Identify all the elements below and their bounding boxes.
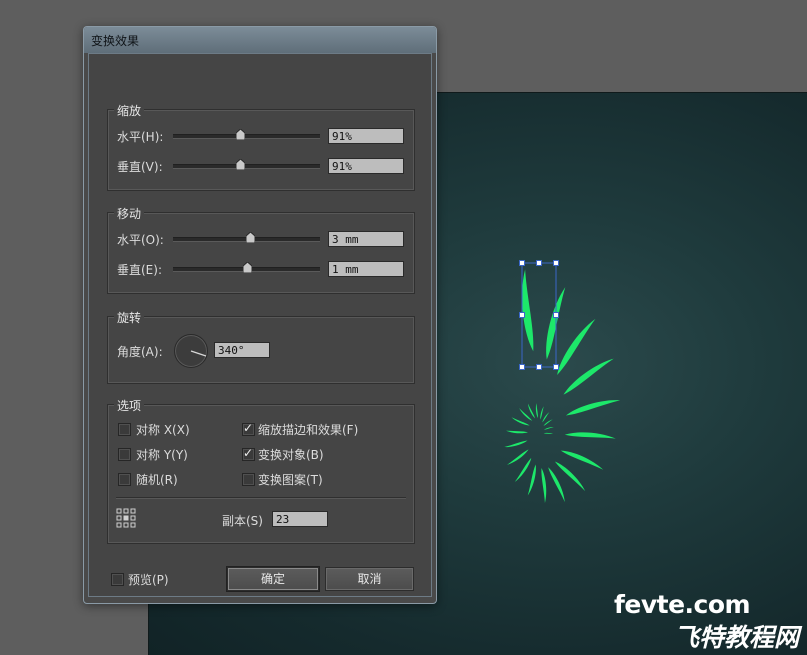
scale-horizontal-slider[interactable]: [173, 129, 320, 140]
scale-strokes-checkbox[interactable]: ✓: [242, 421, 255, 436]
dialog-titlebar[interactable]: 变换效果: [84, 27, 436, 53]
dialog-title: 变换效果: [91, 34, 140, 48]
reference-point-icon[interactable]: [116, 508, 136, 528]
transform-objects-label[interactable]: 变换对象(B): [258, 446, 324, 463]
spiral-leaf: [543, 419, 553, 426]
scale-horizontal-label: 水平(H):: [117, 130, 164, 144]
dialog-body: 缩放 水平(H): 91% 垂直(V): 91% 移动 水平(O): 3 mm …: [88, 53, 432, 597]
options-group: 选项 对称 X(X) 对称 Y(Y) 随机(R) ✓ 缩放描边和效果(F) ✓ …: [107, 397, 415, 544]
move-horizontal-input[interactable]: 3 mm: [328, 231, 404, 247]
spiral-leaf: [527, 464, 536, 496]
spiral-leaf: [540, 406, 544, 420]
move-horizontal-label: 水平(O):: [117, 233, 164, 247]
transform-patterns-label[interactable]: 变换图案(T): [258, 471, 323, 488]
reflect-x-label[interactable]: 对称 X(X): [136, 421, 190, 438]
options-separator: [116, 497, 406, 499]
move-horizontal-slider[interactable]: [173, 232, 320, 243]
spiral-leaf: [514, 457, 532, 482]
move-legend: 移动: [114, 205, 145, 222]
slider-thumb[interactable]: [243, 262, 253, 273]
transform-patterns-checkbox[interactable]: [242, 473, 255, 486]
rotate-legend: 旋转: [114, 309, 145, 326]
scale-strokes-label[interactable]: 缩放描边和效果(F): [258, 421, 358, 438]
watermark-domain: fevte.com: [614, 590, 751, 619]
spiral-leaf: [560, 450, 604, 470]
transform-objects-checkbox[interactable]: ✓: [242, 446, 255, 461]
preview-checkbox[interactable]: [111, 573, 124, 586]
angle-dial[interactable]: [174, 334, 208, 368]
spiral-leaf: [563, 358, 614, 395]
slider-thumb[interactable]: [246, 232, 256, 243]
move-vertical-slider[interactable]: [173, 262, 320, 273]
copies-label: 副本(S): [222, 514, 263, 528]
checkmark-icon: ✓: [243, 446, 254, 460]
preview-label[interactable]: 预览(P): [128, 571, 169, 588]
reflect-x-checkbox[interactable]: [118, 423, 131, 436]
random-label[interactable]: 随机(R): [136, 471, 178, 488]
move-vertical-label: 垂直(E):: [117, 263, 162, 277]
angle-input[interactable]: 340°: [214, 342, 270, 358]
rotate-group: 旋转 角度(A): 340°: [107, 309, 415, 384]
checkmark-icon: ✓: [243, 421, 254, 435]
spiral-leaf: [504, 440, 528, 448]
spiral-leaf: [535, 403, 538, 419]
move-vertical-input[interactable]: 1 mm: [328, 261, 404, 277]
spiral-leaf: [565, 400, 621, 416]
slider-thumb[interactable]: [236, 129, 246, 140]
scale-group: 缩放 水平(H): 91% 垂直(V): 91%: [107, 102, 415, 191]
spiral-leaf: [557, 318, 596, 375]
scale-horizontal-input[interactable]: 91%: [328, 128, 404, 144]
scale-vertical-label: 垂直(V):: [117, 160, 163, 174]
ok-button[interactable]: 确定: [227, 567, 319, 591]
slider-thumb[interactable]: [236, 159, 246, 170]
spiral-leaf: [564, 432, 616, 439]
random-checkbox[interactable]: [118, 473, 131, 486]
reflect-y-label[interactable]: 对称 Y(Y): [136, 446, 188, 463]
copies-input[interactable]: 23: [272, 511, 328, 527]
spiral-leaf: [522, 269, 534, 352]
spiral-leaf: [511, 417, 530, 426]
watermark-site-name: 飞特教程网: [674, 623, 800, 652]
angle-label: 角度(A):: [117, 345, 163, 359]
move-group: 移动 水平(O): 3 mm 垂直(E): 1 mm: [107, 205, 415, 294]
options-legend: 选项: [114, 397, 145, 414]
reflect-y-checkbox[interactable]: [118, 448, 131, 461]
spiral-leaf: [546, 287, 566, 360]
scale-vertical-slider[interactable]: [173, 159, 320, 170]
spiral-leaf: [542, 412, 550, 423]
scale-legend: 缩放: [114, 102, 145, 119]
watermark: fevte.com 飞特教程网: [614, 590, 804, 652]
spiral-leaf: [541, 468, 547, 503]
spiral-leaf: [543, 426, 554, 430]
scale-vertical-input[interactable]: 91%: [328, 158, 404, 174]
dial-indicator-icon: [190, 350, 207, 357]
spiral-leaf: [543, 432, 554, 435]
transform-effect-dialog: 变换效果 缩放 水平(H): 91% 垂直(V): 91% 移动 水平(O): …: [83, 26, 437, 604]
spiral-leaf: [506, 430, 528, 434]
spiral-leaf: [507, 449, 529, 465]
cancel-button[interactable]: 取消: [325, 567, 414, 591]
